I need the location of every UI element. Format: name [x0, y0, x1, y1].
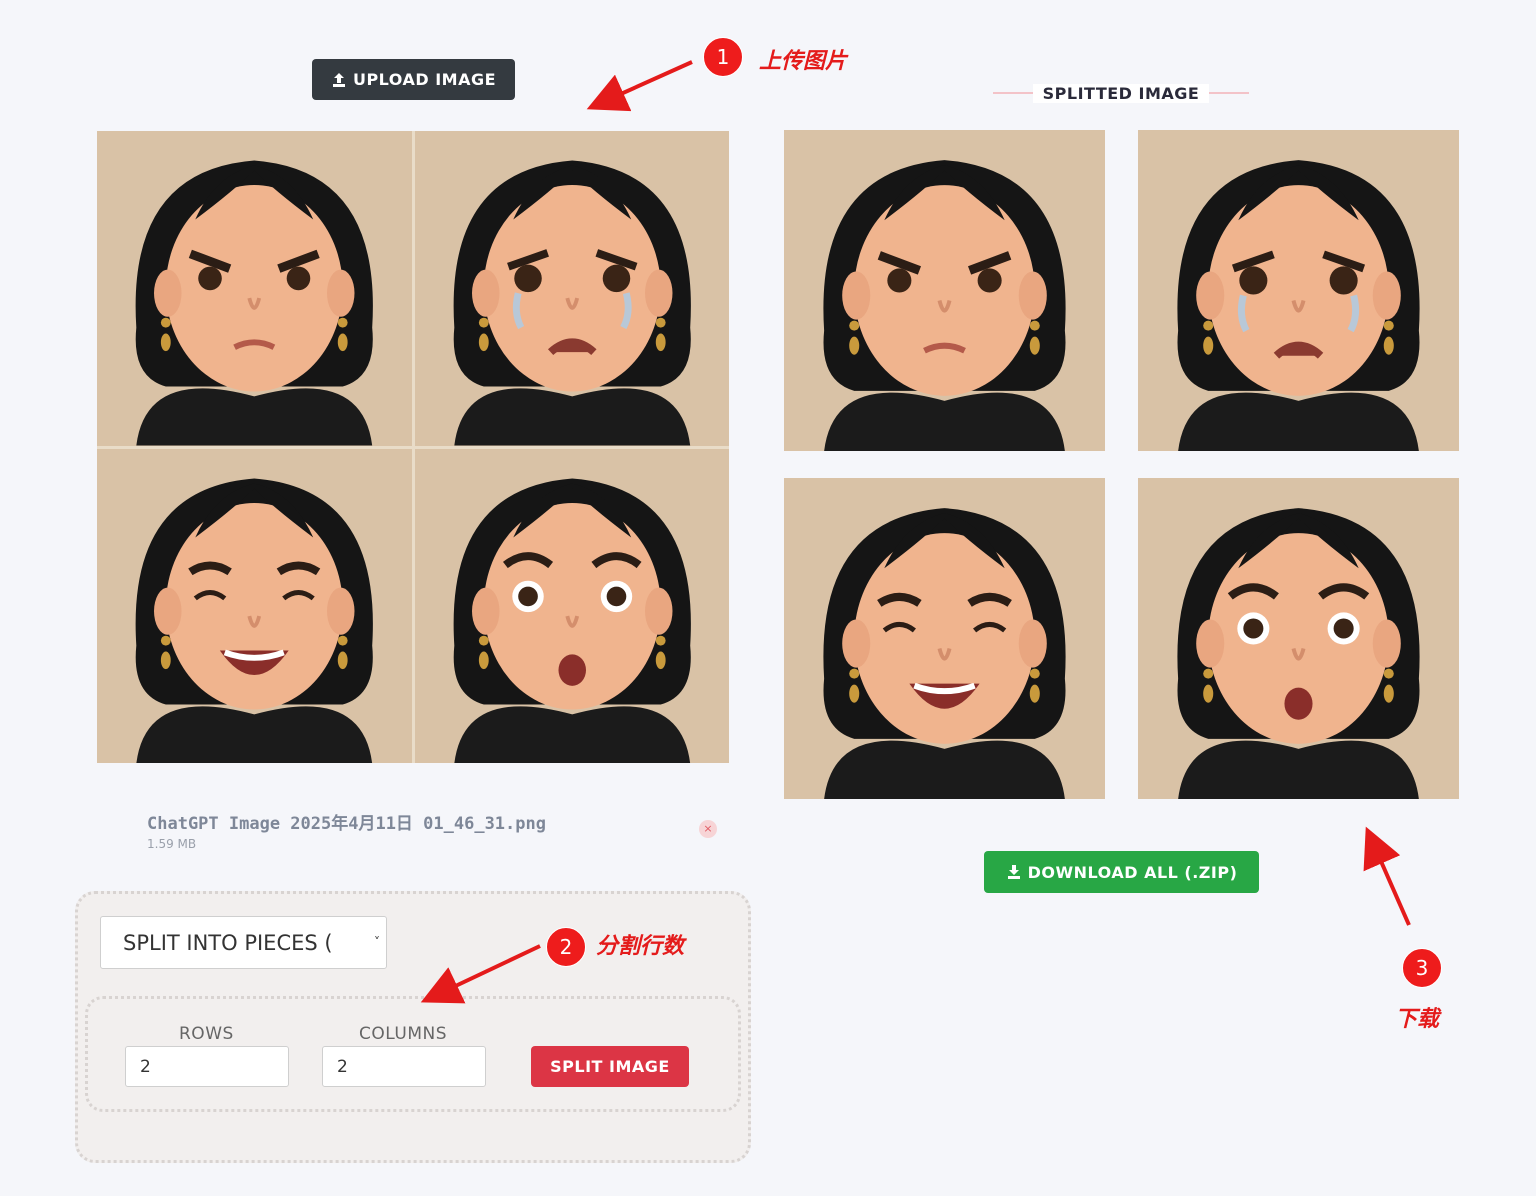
split-tile-laughing[interactable]: [784, 478, 1105, 799]
annotation-note-1: 上传图片: [759, 49, 848, 74]
split-tile-angry[interactable]: [784, 130, 1105, 451]
upload-icon: [332, 72, 345, 87]
annotation-badge-2: 2: [546, 927, 586, 967]
split-tile-crying[interactable]: [1138, 130, 1459, 451]
arrow-3: [1363, 826, 1411, 926]
split-tile-surprised[interactable]: [1138, 478, 1459, 799]
rows-label: ROWS: [179, 1024, 234, 1044]
arrow-1: [586, 60, 693, 112]
splitted-image-title: SPLITTED IMAGE: [993, 82, 1249, 104]
annotation-note-2: 分割行数: [596, 934, 685, 959]
splitted-image-title-text: SPLITTED IMAGE: [1032, 83, 1210, 103]
upload-button-label: UPLOAD IMAGE: [352, 70, 497, 89]
split-image-button[interactable]: SPLIT IMAGE: [531, 1046, 689, 1087]
download-all-button[interactable]: DOWNLOAD ALL (.ZIP): [984, 851, 1259, 893]
face-crying: [414, 131, 729, 446]
download-button-label: DOWNLOAD ALL (.ZIP): [1027, 862, 1238, 882]
annotation-note-3: 下载: [1395, 1007, 1440, 1032]
face-laughing: [97, 448, 412, 763]
face-surprised: [414, 448, 729, 763]
file-name: ChatGPT Image 2025年4月11日 01_46_31.png: [147, 814, 546, 834]
remove-file-button[interactable]: ×: [699, 820, 717, 838]
columns-input[interactable]: 2: [322, 1046, 486, 1087]
download-icon: [1007, 865, 1020, 879]
original-image: [97, 131, 729, 763]
face-angry: [97, 131, 412, 446]
upload-image-button[interactable]: UPLOAD IMAGE: [312, 59, 515, 100]
annotation-badge-3: 3: [1402, 948, 1442, 988]
annotation-badge-1: 1: [703, 37, 743, 77]
rows-input[interactable]: 2: [125, 1046, 289, 1087]
file-size: 1.59 MB: [147, 837, 197, 851]
split-mode-value: SPLIT INTO PIECES (: [123, 930, 333, 955]
columns-label: COLUMNS: [359, 1024, 447, 1044]
split-mode-select[interactable]: SPLIT INTO PIECES ( ˅: [100, 916, 387, 969]
chevron-down-icon: ˅: [374, 935, 380, 949]
